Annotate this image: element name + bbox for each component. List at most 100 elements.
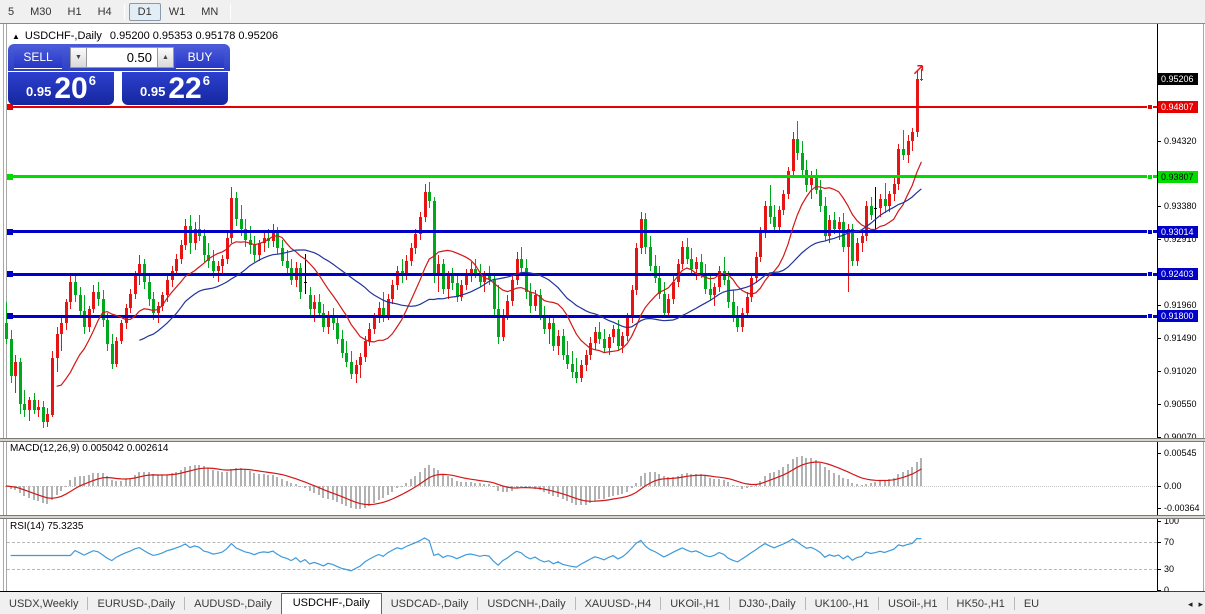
- window-frame-line: [3, 24, 4, 591]
- chart-tab-usdcad-daily[interactable]: USDCAD-,Daily: [382, 595, 478, 614]
- hline-0.93807[interactable]: [7, 175, 1157, 178]
- chart-plot-area[interactable]: ▲ USDCHF-,Daily 0.95200 0.95353 0.95178 0.…: [0, 24, 1205, 592]
- chart-symbol: USDCHF-,Daily: [24, 30, 102, 42]
- price-tick-label: 0.91490: [1164, 333, 1197, 343]
- window-frame-line: [1203, 24, 1204, 591]
- timeframe-button-5[interactable]: 5: [0, 4, 22, 20]
- price-tick: [1157, 239, 1161, 241]
- macd-tick: [1157, 453, 1161, 454]
- hline-left-handle[interactable]: [7, 228, 13, 235]
- macd-scale-label: 0.00: [1164, 481, 1182, 491]
- timeframe-button-w1[interactable]: W1: [161, 4, 194, 20]
- tab-scroll-left-icon[interactable]: ◂: [1188, 598, 1193, 610]
- hline-right-handle[interactable]: [1147, 271, 1153, 278]
- hline-left-handle[interactable]: [7, 313, 13, 320]
- date-tick: [424, 591, 425, 592]
- tab-scroll-arrows: ◂ ▸: [1188, 598, 1203, 610]
- hline-right-handle[interactable]: [1147, 103, 1153, 110]
- buy-price-big: 22: [168, 72, 202, 105]
- timeframe-button-d1[interactable]: D1: [128, 2, 161, 21]
- price-tick-label: 0.93380: [1164, 201, 1197, 212]
- volume-stepper: ▼ ▲: [70, 47, 174, 68]
- rsi-level-30: [7, 569, 1157, 571]
- chart-tab-hk50-h1[interactable]: HK50-,H1: [948, 595, 1014, 614]
- price-tick-label: 0.91960: [1164, 300, 1197, 311]
- sell-price-big: 20: [54, 72, 88, 105]
- pane-splitter[interactable]: [0, 515, 1205, 519]
- chart-window[interactable]: ▲ USDCHF-,Daily 0.95200 0.95353 0.95178 0.…: [0, 23, 1205, 592]
- macd-tick: [1157, 508, 1161, 510]
- date-axis-line: [0, 591, 1157, 592]
- timeframe-button-h4[interactable]: H4: [90, 4, 120, 20]
- hline-0.92403[interactable]: [7, 272, 1157, 276]
- macd-label: MACD(12,26,9) 0.005042 0.002614: [10, 443, 169, 454]
- chart-tab-eu[interactable]: EU: [1015, 595, 1048, 614]
- chart-tab-eurusd-daily[interactable]: EURUSD-,Daily: [88, 595, 184, 614]
- toolbar-separator: [230, 3, 232, 20]
- date-tick: [695, 591, 696, 592]
- macd-zero-line: [7, 486, 1157, 487]
- volume-decrease-button[interactable]: ▼: [70, 47, 87, 68]
- price-tick-label: 0.91020: [1164, 365, 1197, 376]
- rsi-tick: [1157, 569, 1161, 571]
- price-badge-0.94807: 0.94807: [1158, 100, 1198, 113]
- chart-tab-ukoil-h1[interactable]: UKOil-,H1: [661, 595, 729, 614]
- price-tick: [1157, 338, 1161, 339]
- chart-ohlc-values: 0.95200 0.95353 0.95178 0.95206: [109, 30, 279, 42]
- price-tick: [1157, 206, 1161, 208]
- chart-tab-bar: USDX,Weekly EURUSD-,Daily AUDUSD-,Daily USD…: [0, 591, 1205, 614]
- chart-tab-audusd-daily[interactable]: AUDUSD-,Daily: [185, 595, 281, 614]
- hline-0.93014[interactable]: [7, 230, 1157, 234]
- price-tick: [1157, 305, 1161, 307]
- trading-terminal: 5 M30 H1 H4 D1 W1 MN ▲ USDCHF-,Daily 0.95200 0.9…: [0, 0, 1205, 614]
- price-badge-0.92403: 0.92403: [1158, 268, 1198, 281]
- hline-left-handle[interactable]: [7, 173, 13, 180]
- price-badge-0.93014: 0.93014: [1158, 225, 1198, 238]
- rsi-tick: [1157, 521, 1161, 522]
- sell-price-sup: 6: [88, 73, 96, 88]
- price-badge-0.91800: 0.91800: [1158, 310, 1198, 323]
- price-badge-0.93807: 0.93807: [1158, 170, 1198, 183]
- rsi-label: RSI(14) 75.3235: [10, 521, 84, 532]
- chart-tab-uk100-h1[interactable]: UK100-,H1: [806, 595, 878, 614]
- date-tick: [353, 591, 354, 592]
- price-badge-0.95206: 0.95206: [1158, 73, 1198, 85]
- buy-price-display[interactable]: 0.95 22 6: [122, 72, 228, 105]
- collapse-icon[interactable]: ▲: [12, 32, 20, 41]
- price-tick: [1157, 403, 1161, 405]
- volume-input[interactable]: [87, 47, 157, 68]
- rsi-tick: [1157, 590, 1161, 591]
- timeframe-toolbar: 5 M30 H1 H4 D1 W1 MN: [0, 0, 1205, 23]
- buy-button[interactable]: BUY: [176, 46, 224, 69]
- sell-price-small: 0.95: [26, 84, 52, 99]
- hline-right-handle[interactable]: [1147, 228, 1153, 235]
- timeframe-button-m30[interactable]: M30: [22, 4, 59, 20]
- tab-scroll-right-icon[interactable]: ▸: [1198, 598, 1203, 610]
- chart-tab-usoil-h1[interactable]: USOil-,H1: [879, 595, 947, 614]
- pane-splitter[interactable]: [0, 438, 1205, 442]
- buy-price-sup: 6: [202, 73, 210, 88]
- hline-right-handle[interactable]: [1147, 173, 1153, 180]
- chart-tab-xauusd-h4[interactable]: XAUUSD-,H4: [576, 595, 661, 614]
- trade-panel-top: SELL ▼ ▲ BUY: [8, 44, 230, 71]
- chart-tab-usdchf-daily[interactable]: USDCHF-,Daily: [280, 593, 382, 614]
- hline-right-handle[interactable]: [1147, 313, 1153, 320]
- hline-left-handle[interactable]: [7, 271, 13, 278]
- chart-tab-usdx-weekly[interactable]: USDX,Weekly: [0, 595, 87, 614]
- date-tick: [2, 591, 3, 592]
- chart-tab-usdcnh-daily[interactable]: USDCNH-,Daily: [478, 595, 574, 614]
- hline-0.918[interactable]: [7, 314, 1157, 318]
- chart-tab-dj30-daily[interactable]: DJ30-,Daily: [730, 595, 805, 614]
- macd-scale-label: 0.00545: [1164, 448, 1197, 458]
- date-tick: [862, 591, 863, 592]
- timeframe-button-h1[interactable]: H1: [60, 4, 90, 20]
- volume-increase-button[interactable]: ▲: [157, 47, 174, 68]
- sell-button[interactable]: SELL: [14, 46, 62, 69]
- date-tick: [808, 591, 809, 592]
- sell-price-display[interactable]: 0.95 20 6: [8, 72, 114, 105]
- price-tick-label: 0.94320: [1164, 135, 1197, 146]
- date-tick: [139, 591, 140, 592]
- macd-tick: [1157, 486, 1161, 487]
- date-tick: [216, 591, 217, 592]
- timeframe-button-mn[interactable]: MN: [193, 4, 226, 20]
